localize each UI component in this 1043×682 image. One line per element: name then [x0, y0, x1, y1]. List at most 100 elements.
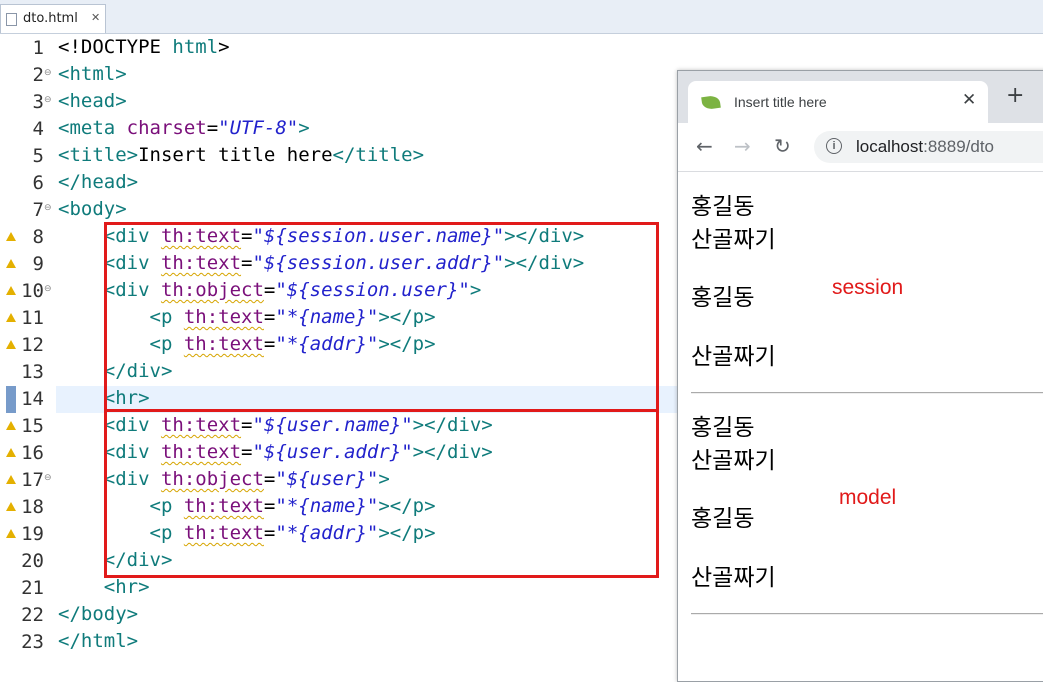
warning-icon[interactable] [6, 529, 16, 538]
code-token: <!DOCTYPE [58, 36, 173, 58]
model-name-p: 홍길동 [691, 506, 755, 532]
forward-arrow-icon[interactable]: → [734, 132, 751, 160]
reload-icon[interactable]: ↻ [774, 132, 791, 160]
url-host: localhost [856, 137, 924, 156]
line-number: 20 [21, 550, 44, 572]
line-number: 21 [21, 577, 44, 599]
line-number: 14 [21, 388, 44, 410]
code-token: </head> [58, 171, 139, 193]
code-token: <meta [58, 117, 127, 139]
session-addr-p: 산골짜기 [691, 344, 776, 370]
line-number: 8 [32, 226, 44, 248]
line-number: 16 [21, 442, 44, 464]
browser-toolbar: ← → ↻ i localhost:8889/dto [678, 123, 1043, 172]
line-number: 18 [21, 496, 44, 518]
session-name-div: 홍길동 [691, 194, 755, 220]
editor-tab-dto-html[interactable]: dto.html ✕ [0, 4, 106, 33]
fold-toggle-icon[interactable]: ⊖ [44, 473, 52, 483]
warning-icon[interactable] [6, 259, 16, 268]
line-number: 22 [21, 604, 44, 626]
code-text: <title>Insert title here</title> [58, 144, 424, 166]
code-token: </body> [58, 603, 139, 625]
fold-toggle-icon[interactable]: ⊖ [44, 68, 52, 78]
code-token: <title> [58, 144, 139, 166]
warning-icon[interactable] [6, 502, 16, 511]
back-arrow-icon[interactable]: ← [696, 132, 713, 160]
editor-tab-label: dto.html [23, 11, 78, 26]
code-token: <head> [58, 90, 127, 112]
warning-icon[interactable] [6, 448, 16, 457]
browser-tab[interactable]: Insert title here ✕ [688, 81, 988, 123]
close-icon[interactable]: ✕ [91, 11, 100, 24]
editor-tab-bar: dto.html ✕ [0, 0, 1043, 34]
warning-icon[interactable] [6, 340, 16, 349]
line-number: 13 [21, 361, 44, 383]
html-file-icon [6, 13, 17, 26]
line-number: 6 [32, 172, 44, 194]
url-text: localhost:8889/dto [856, 137, 994, 157]
line-number: 5 [32, 145, 44, 167]
code-line[interactable]: 1 <!DOCTYPE html> [0, 35, 1043, 62]
horizontal-rule [691, 392, 1043, 394]
code-token: > [298, 117, 310, 139]
line-number: 23 [21, 631, 44, 653]
code-text: </head> [58, 171, 138, 193]
line-number: 1 [32, 37, 44, 59]
address-bar[interactable]: i localhost:8889/dto [814, 131, 1043, 163]
session-name-p: 홍길동 [691, 285, 755, 311]
code-token: "UTF-8" [218, 117, 299, 139]
line-number: 3 [32, 91, 44, 113]
code-token: <hr> [58, 576, 150, 598]
browser-window: Insert title here ✕ + ← → ↻ i localhost:… [677, 70, 1043, 682]
info-icon[interactable]: i [826, 138, 842, 154]
current-line-marker [6, 386, 16, 413]
line-number: 11 [21, 307, 44, 329]
code-token: html [172, 36, 219, 58]
code-text: </html> [58, 630, 138, 652]
code-token: <html> [58, 63, 127, 85]
code-token: </title> [332, 144, 425, 166]
fold-toggle-icon[interactable]: ⊖ [44, 284, 52, 294]
code-token: charset [126, 117, 207, 139]
code-text: <html> [58, 63, 127, 85]
line-number: 4 [32, 118, 44, 140]
close-icon[interactable]: ✕ [962, 90, 976, 110]
new-tab-icon[interactable]: + [1006, 85, 1024, 107]
code-token: <body> [58, 198, 127, 220]
line-number: 17 [21, 469, 44, 491]
code-token: Insert title here [138, 144, 333, 166]
model-addr-div: 산골짜기 [691, 448, 776, 474]
session-addr-div: 산골짜기 [691, 227, 776, 253]
code-text: <meta charset="UTF-8"> [58, 117, 310, 139]
session-highlight-box [104, 222, 659, 412]
page-content: 홍길동 산골짜기 홍길동 산골짜기 홍길동 산골짜기 홍길동 산골짜기 [678, 172, 1043, 681]
warning-icon[interactable] [6, 232, 16, 241]
model-name-div: 홍길동 [691, 415, 755, 441]
code-text: </body> [58, 603, 138, 625]
browser-tab-strip: Insert title here ✕ + [678, 71, 1043, 123]
horizontal-rule [691, 613, 1043, 615]
model-annotation: model [839, 486, 897, 509]
line-number: 12 [21, 334, 44, 356]
fold-toggle-icon[interactable]: ⊖ [44, 203, 52, 213]
line-number: 7 [32, 199, 44, 221]
code-text: <body> [58, 198, 127, 220]
line-number: 19 [21, 523, 44, 545]
code-token: > [218, 36, 230, 58]
code-text: <!DOCTYPE html> [58, 36, 230, 58]
fold-toggle-icon[interactable]: ⊖ [44, 95, 52, 105]
line-number: 15 [21, 415, 44, 437]
model-addr-p: 산골짜기 [691, 565, 776, 591]
warning-icon[interactable] [6, 286, 16, 295]
url-port-path: :8889/dto [923, 137, 995, 156]
line-number: 9 [32, 253, 44, 275]
warning-icon[interactable] [6, 475, 16, 484]
line-number: 10 [21, 280, 44, 302]
code-text: <hr> [58, 576, 150, 598]
warning-icon[interactable] [6, 421, 16, 430]
code-token: = [206, 117, 219, 139]
code-token: </html> [58, 630, 139, 652]
line-number: 2 [32, 64, 44, 86]
code-text: <head> [58, 90, 127, 112]
warning-icon[interactable] [6, 313, 16, 322]
